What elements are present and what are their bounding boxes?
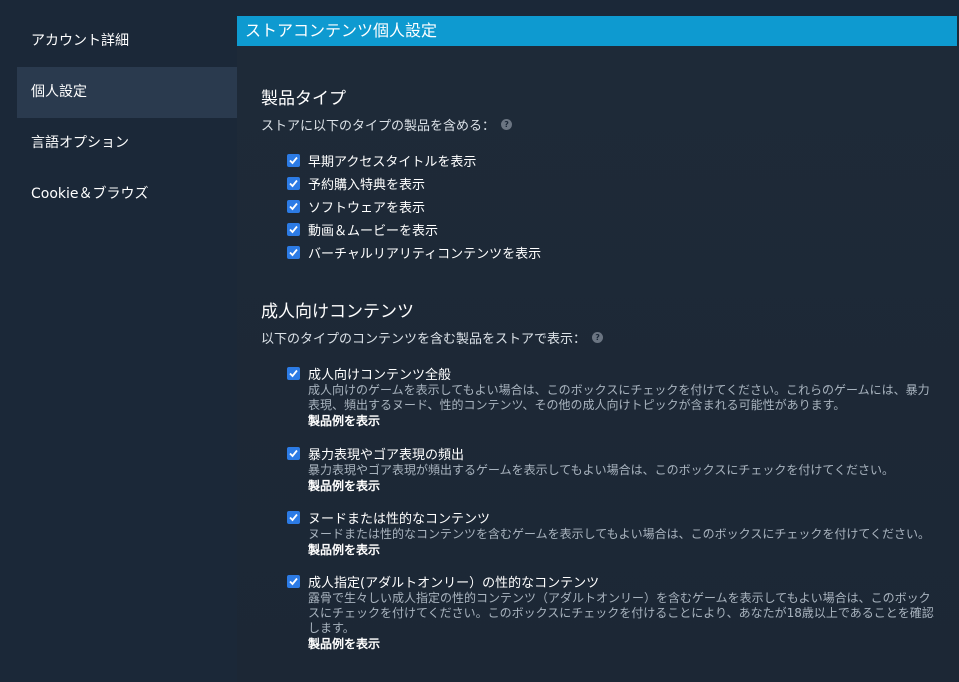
checkbox-checked-icon[interactable]	[287, 222, 300, 236]
show-examples-link[interactable]: 製品例を表示	[308, 413, 937, 429]
option-video[interactable]: 動画＆ムービーを表示	[287, 219, 438, 239]
checkbox-checked-icon[interactable]	[287, 245, 300, 259]
adult-content-subtext: 以下のタイプのコンテンツを含む製品をストアで表示： ?	[261, 328, 604, 347]
sidebar-item-label: 個人設定	[31, 84, 87, 100]
adult-option-desc: 成人向けのゲームを表示してもよい場合は、このボックスにチェックを付けてください。…	[308, 383, 930, 412]
sidebar-item-cookies[interactable]: Cookie＆ブラウズ	[17, 169, 237, 220]
settings-window: アカウント詳細 個人設定 言語オプション Cookie＆ブラウズ ストアコンテン…	[0, 0, 959, 682]
option-label: ソフトウェアを表示	[308, 200, 426, 216]
adult-option-desc: 露骨で生々しい成人指定の性的コンテンツ（アダルトオンリー）を含むゲームを表示して…	[308, 591, 934, 635]
adult-content-subtext-label: 以下のタイプのコンテンツを含む製品をストアで表示：	[261, 332, 587, 347]
checkbox-checked-icon[interactable]	[287, 176, 300, 190]
section-header: ストアコンテンツ個人設定	[237, 16, 957, 46]
top-strip	[0, 0, 959, 16]
show-examples-link[interactable]: 製品例を表示	[308, 478, 937, 494]
adult-content-heading: 成人向けコンテンツ	[261, 302, 414, 322]
checkbox-checked-icon[interactable]	[287, 446, 300, 460]
adult-option-title: 成人向けコンテンツ全般	[308, 367, 452, 383]
show-examples-link[interactable]: 製品例を表示	[308, 542, 937, 558]
option-early-access[interactable]: 早期アクセスタイトルを表示	[287, 150, 476, 170]
product-types-subtext: ストアに以下のタイプの製品を含める： ?	[261, 115, 513, 134]
adult-option-general: 成人向けコンテンツ全般 成人向けのゲームを表示してもよい場合は、このボックスにチ…	[287, 364, 937, 429]
adult-option-title: 成人指定(アダルトオンリー）の性的なコンテンツ	[308, 575, 600, 591]
option-label: 早期アクセスタイトルを表示	[308, 154, 477, 170]
main-panel: ストアコンテンツ個人設定 製品タイプ ストアに以下のタイプの製品を含める： ? …	[237, 16, 959, 682]
sidebar-item-language[interactable]: 言語オプション	[17, 118, 237, 169]
sidebar-item-account-details[interactable]: アカウント詳細	[17, 16, 237, 67]
adult-option-desc: ヌードまたは性的なコンテンツを含むゲームを表示してもよい場合は、このボックスにチ…	[308, 527, 930, 541]
adult-option-violence: 暴力表現やゴア表現の頻出 暴力表現やゴア表現が頻出するゲームを表示してもよい場合…	[287, 444, 937, 494]
option-label: 動画＆ムービーを表示	[308, 223, 439, 239]
sidebar: アカウント詳細 個人設定 言語オプション Cookie＆ブラウズ	[0, 16, 237, 682]
sidebar-item-preferences[interactable]: 個人設定	[17, 67, 237, 118]
option-vr[interactable]: バーチャルリアリティコンテンツを表示	[287, 242, 541, 262]
sidebar-item-label: アカウント詳細	[31, 33, 129, 49]
checkbox-checked-icon[interactable]	[287, 510, 300, 524]
adult-option-title-row[interactable]: 成人指定(アダルトオンリー）の性的なコンテンツ	[287, 572, 937, 591]
option-label: 予約購入特典を表示	[308, 177, 426, 193]
option-software[interactable]: ソフトウェアを表示	[287, 196, 425, 216]
adult-option-title: ヌードまたは性的なコンテンツ	[308, 511, 491, 527]
adult-option-title-row[interactable]: 暴力表現やゴア表現の頻出	[287, 444, 937, 463]
help-icon[interactable]: ?	[501, 119, 513, 130]
adult-option-adult-only: 成人指定(アダルトオンリー）の性的なコンテンツ 露骨で生々しい成人指定の性的コン…	[287, 572, 937, 652]
checkbox-checked-icon[interactable]	[287, 153, 300, 167]
adult-option-title-row[interactable]: 成人向けコンテンツ全般	[287, 364, 937, 383]
checkbox-checked-icon[interactable]	[287, 199, 300, 213]
sidebar-item-label: Cookie＆ブラウズ	[31, 186, 149, 202]
option-label: バーチャルリアリティコンテンツを表示	[308, 246, 542, 262]
checkbox-checked-icon[interactable]	[287, 574, 300, 588]
show-examples-link[interactable]: 製品例を表示	[308, 636, 937, 652]
adult-option-title: 暴力表現やゴア表現の頻出	[308, 447, 465, 463]
adult-option-title-row[interactable]: ヌードまたは性的なコンテンツ	[287, 508, 937, 527]
checkbox-checked-icon[interactable]	[287, 366, 300, 380]
sidebar-item-label: 言語オプション	[31, 135, 129, 151]
product-types-subtext-label: ストアに以下のタイプの製品を含める：	[261, 119, 496, 134]
adult-option-nudity: ヌードまたは性的なコンテンツ ヌードまたは性的なコンテンツを含むゲームを表示して…	[287, 508, 937, 558]
adult-option-desc: 暴力表現やゴア表現が頻出するゲームを表示してもよい場合は、このボックスにチェック…	[308, 463, 894, 477]
option-preorder[interactable]: 予約購入特典を表示	[287, 173, 425, 193]
product-types-heading: 製品タイプ	[261, 89, 346, 109]
help-icon[interactable]: ?	[592, 332, 604, 343]
